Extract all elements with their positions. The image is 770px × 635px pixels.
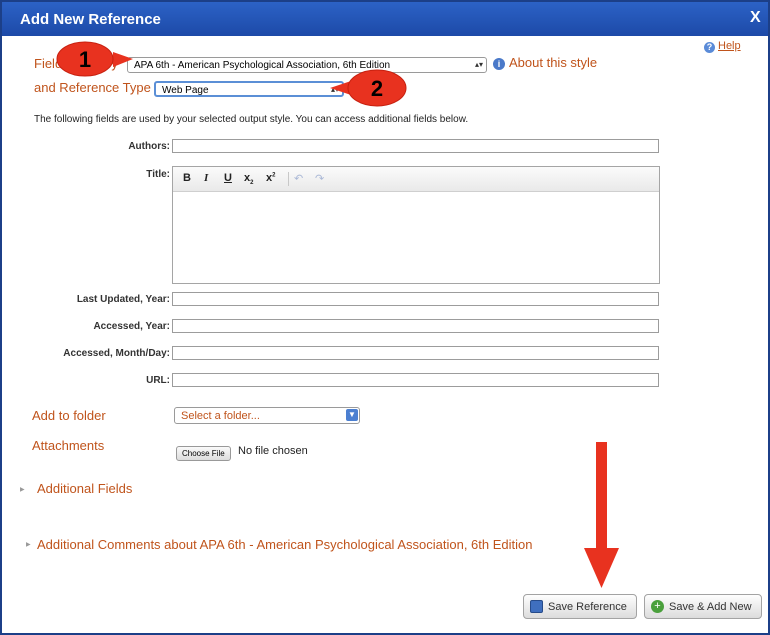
save-and-add-new-label: Save & Add New <box>669 601 752 613</box>
plus-circle-icon: + <box>651 600 664 613</box>
expand-triangle-icon: ▶ <box>26 542 31 548</box>
editor-toolbar: B I U x2 x2 ↶ ↷ <box>173 167 659 192</box>
annotation-badge-2-label: 2 <box>371 76 383 101</box>
save-reference-button[interactable]: Save Reference <box>523 594 637 619</box>
close-button[interactable]: X <box>750 9 761 27</box>
attachments-label: Attachments <box>32 438 105 453</box>
save-and-add-new-button[interactable]: + Save & Add New <box>644 594 762 619</box>
help-icon: ? <box>704 42 715 53</box>
last-updated-label: Last Updated, Year: <box>76 294 170 305</box>
accessed-month-day-input[interactable] <box>172 346 659 360</box>
toolbar-divider <box>288 172 289 186</box>
url-input[interactable] <box>172 373 659 387</box>
help-label: Help <box>718 40 741 52</box>
annotation-down-arrow <box>584 442 619 588</box>
superscript-button[interactable]: x2 <box>266 172 275 184</box>
last-updated-input[interactable] <box>172 292 659 306</box>
folder-select-value: Select a folder... <box>181 410 260 422</box>
expand-triangle-icon: ▶ <box>20 487 25 493</box>
underline-button[interactable]: U <box>224 172 232 184</box>
additional-comments-toggle[interactable]: Additional Comments about APA 6th - Amer… <box>37 537 532 552</box>
annotation-badge-1: 1 <box>56 41 133 77</box>
dialog-titlebar: Add New Reference X <box>2 2 768 36</box>
fields-description: The following fields are used by your se… <box>34 114 469 125</box>
url-label: URL: <box>146 375 170 386</box>
bold-button[interactable]: B <box>183 172 191 184</box>
folder-select[interactable]: Select a folder... ▼ <box>174 407 360 424</box>
save-reference-label: Save Reference <box>548 601 627 613</box>
additional-fields-toggle[interactable]: Additional Fields <box>37 481 132 496</box>
title-editor[interactable]: B I U x2 x2 ↶ ↷ <box>172 166 660 284</box>
about-style-label: About this style <box>509 55 598 70</box>
dialog-title: Add New Reference <box>20 11 161 28</box>
about-style-link[interactable]: i About this style <box>493 55 597 70</box>
select-arrows-icon: ▴▾ <box>474 60 483 69</box>
reference-type-select[interactable]: Web Page ▴▾ <box>154 81 344 97</box>
accessed-year-label: Accessed, Year: <box>93 321 170 332</box>
redo-icon[interactable]: ↷ <box>315 172 324 185</box>
undo-icon[interactable]: ↶ <box>294 172 303 185</box>
chevron-down-icon: ▼ <box>346 409 358 421</box>
floppy-disk-icon <box>530 600 543 613</box>
help-link[interactable]: ? Help <box>704 40 741 53</box>
choose-file-button[interactable]: Choose File <box>176 446 231 461</box>
info-icon: i <box>493 58 505 70</box>
authors-input[interactable] <box>172 139 659 153</box>
reference-type-value: Web Page <box>162 85 209 96</box>
subscript-button[interactable]: x2 <box>244 172 253 186</box>
reference-type-label: and Reference Type <box>34 80 151 95</box>
output-style-select[interactable]: APA 6th - American Psychological Associa… <box>127 57 487 73</box>
accessed-month-day-label: Accessed, Month/Day: <box>63 348 170 359</box>
italic-button[interactable]: I <box>204 172 208 184</box>
add-to-folder-label: Add to folder <box>32 408 106 423</box>
annotation-badge-2: 2 <box>330 69 407 107</box>
annotation-badge-1-label: 1 <box>79 47 91 72</box>
file-status: No file chosen <box>238 445 308 457</box>
title-label: Title: <box>146 169 170 180</box>
annotation-pointer <box>113 52 133 67</box>
authors-label: Authors: <box>128 141 170 152</box>
accessed-year-input[interactable] <box>172 319 659 333</box>
